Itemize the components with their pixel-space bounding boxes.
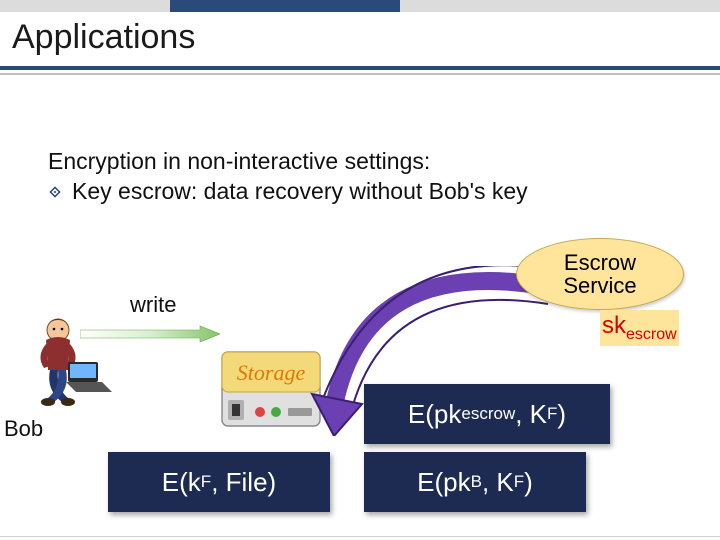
title-underline-thick [0,66,720,70]
body-line-1: Encryption in non-interactive settings: [48,148,430,175]
escrow-service-node: Escrow Service [516,238,684,310]
title-underline-thin [0,73,720,75]
box-pk-b: E(pkB, KF) [364,452,586,512]
bullet-icon [48,184,64,200]
box-pk-escrow: E(pkescrow, KF) [364,384,610,444]
bob-figure-icon [10,310,120,420]
escrow-title-2: Service [563,274,636,297]
sk-escrow-label: skescrow [600,310,679,346]
top-navy-block [170,0,400,12]
escrow-title-1: Escrow [563,251,636,274]
write-label: write [130,292,176,318]
slide-title: Applications [12,18,195,57]
footer-rule [0,536,720,537]
box-kf-file: E(kF, File) [108,452,330,512]
body-line-2: Key escrow: data recovery without Bob's … [72,178,528,205]
bob-label: Bob [4,416,43,442]
